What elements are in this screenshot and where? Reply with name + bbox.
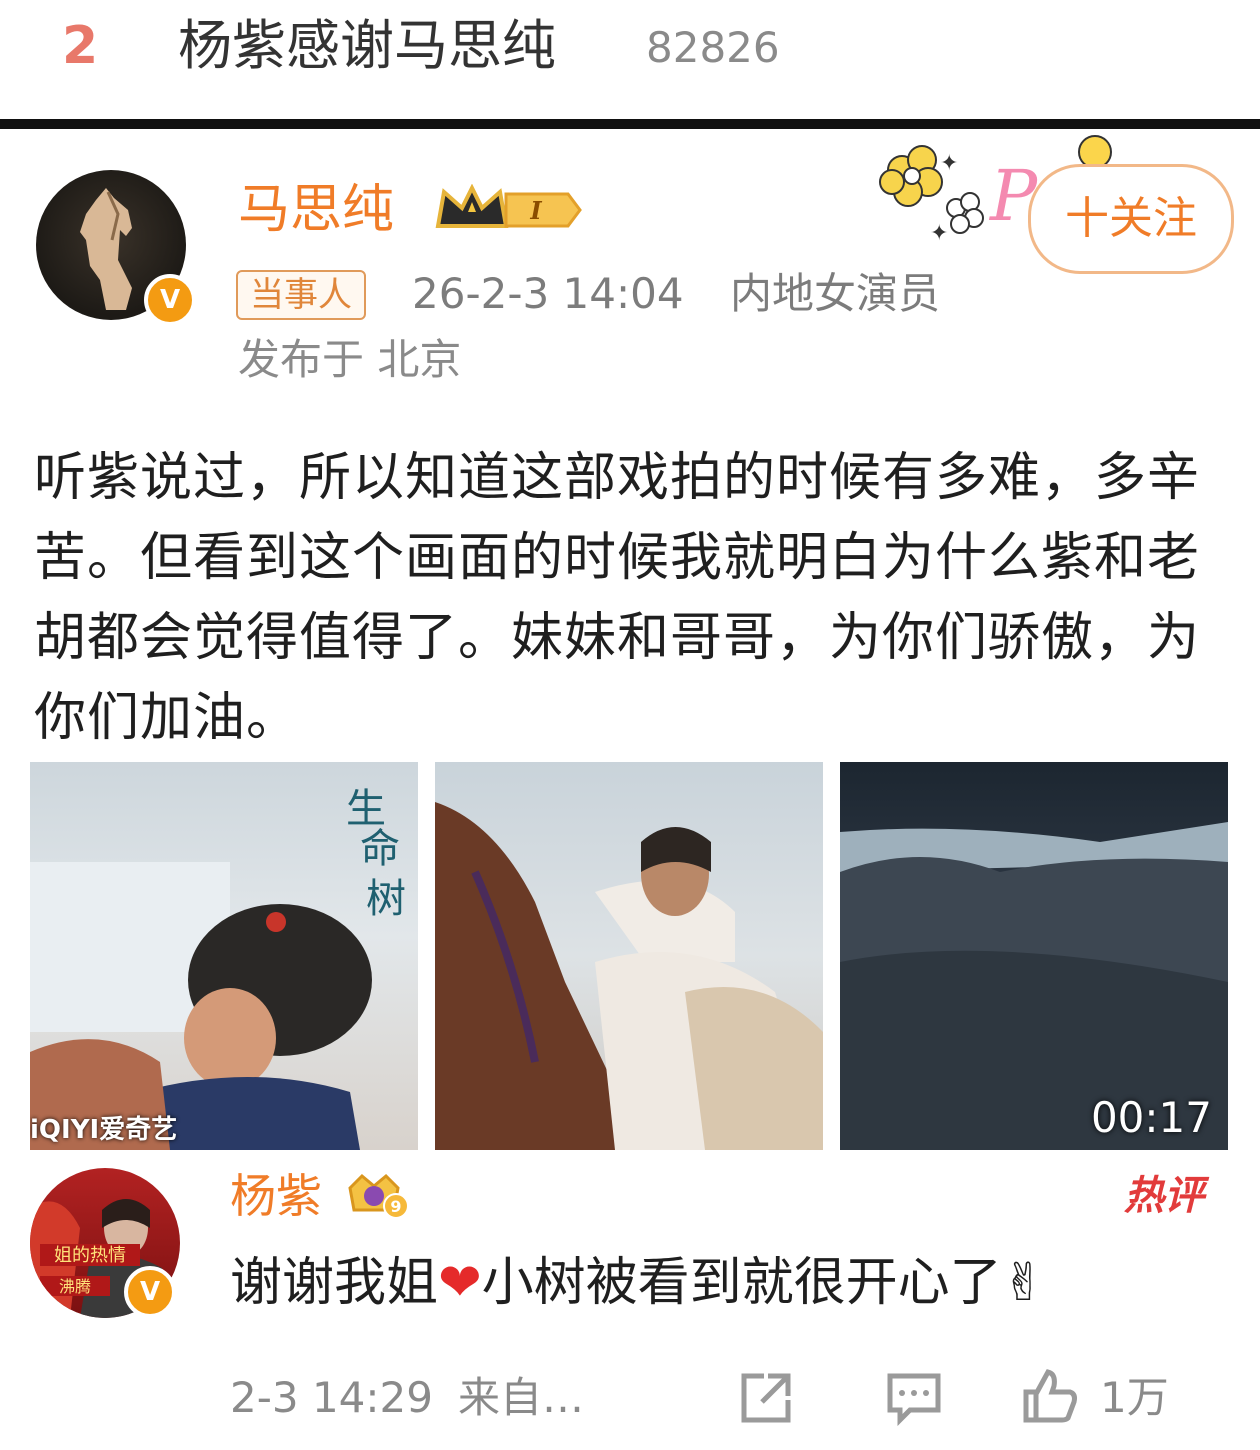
commenter-username[interactable]: 杨紫 [230, 1168, 322, 1224]
like-count: 1万 [1100, 1373, 1169, 1422]
comment-icon[interactable] [886, 1370, 942, 1427]
hot-rank-number: 2 [62, 16, 99, 76]
post-video-thumbnail[interactable]: 00:17 [840, 762, 1228, 1150]
crown-level-icon[interactable]: I [434, 183, 584, 236]
svg-text:姐的热情: 姐的热情 [54, 1245, 126, 1266]
header-divider [0, 119, 1260, 129]
hot-search-count: 82826 [646, 23, 780, 72]
poster-occupation: 内地女演员 [730, 269, 941, 318]
svg-text:9: 9 [390, 1197, 401, 1216]
share-icon[interactable] [738, 1370, 794, 1426]
svg-text:✦: ✦ [940, 151, 958, 176]
video-duration: 00:17 [1090, 1093, 1212, 1142]
verified-icon: V [124, 1266, 176, 1318]
role-tag: 当事人 [236, 270, 366, 320]
post-location: 发布于 北京 [238, 335, 462, 384]
like-icon[interactable] [1020, 1366, 1080, 1426]
level-badge-icon: 9 [344, 1170, 414, 1222]
victory-hand-icon: ✌ [1001, 1253, 1046, 1313]
svg-text:沸腾: 沸腾 [59, 1277, 91, 1296]
heart-icon: ❤ [438, 1253, 482, 1313]
post-timestamp: 26-2-3 14:04 [412, 269, 684, 318]
post-image-1[interactable]: 生 命 树 iQIYI爱奇艺 [30, 762, 418, 1150]
svg-text:命: 命 [360, 826, 400, 872]
hot-search-title[interactable]: 杨紫感谢马思纯 [178, 14, 556, 78]
hot-comment-label: 热评 [1124, 1173, 1204, 1219]
follow-button[interactable]: 十关注 [1028, 164, 1234, 274]
comment-source: 来自… [458, 1373, 585, 1422]
svg-text:✦: ✦ [930, 221, 948, 246]
poster-username[interactable]: 马思纯 [238, 180, 394, 240]
comment-text-part-2: 小树被看到就很开心了 [481, 1253, 1002, 1313]
comment-timestamp: 2-3 14:29 [230, 1373, 433, 1422]
svg-text:树: 树 [366, 876, 406, 922]
post-body-text: 听紫说过，所以知道这部戏拍的时候有多难，多辛苦。但看到这个画面的时候我就明白为什… [34, 448, 1201, 748]
svg-text:I: I [529, 196, 542, 225]
image-watermark: iQIYI爱奇艺 [30, 1115, 178, 1145]
comment-text: 谢谢我姐❤小树被看到就很开心了✌ [230, 1250, 1045, 1316]
verified-icon: V [144, 274, 196, 326]
post-image-2[interactable] [435, 762, 823, 1150]
comment-text-part-1: 谢谢我姐 [230, 1253, 439, 1313]
